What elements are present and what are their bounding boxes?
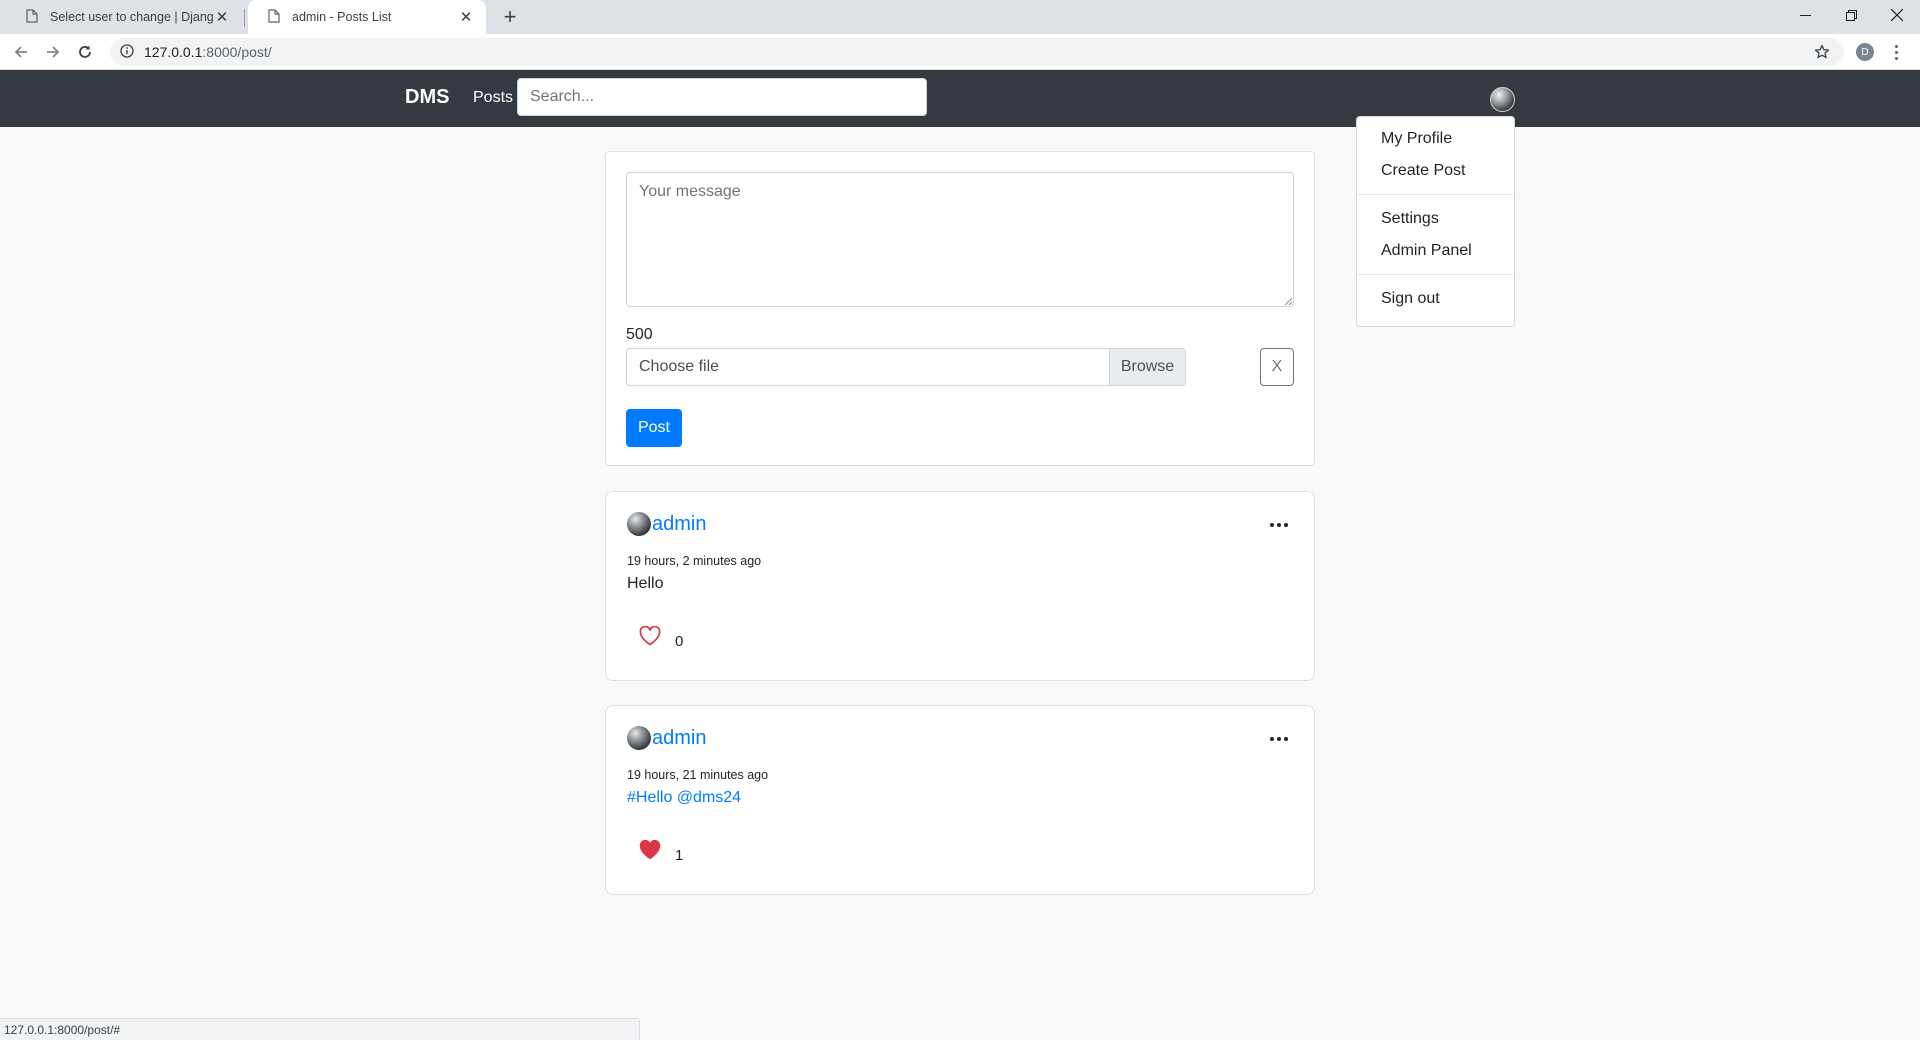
browser-status-bar: 127.0.0.1:8000/post/# bbox=[0, 1018, 640, 1040]
close-tab-icon[interactable]: ✕ bbox=[458, 8, 474, 26]
browser-tabstrip: Select user to change | Django s ✕ admin… bbox=[0, 0, 1920, 34]
post-content: #Hello @dms24 bbox=[627, 789, 741, 807]
post-card: admin 19 hours, 2 minutes ago Hello 0 bbox=[605, 491, 1315, 681]
app-navbar: DMS Posts bbox=[0, 70, 1920, 127]
post-timestamp: 19 hours, 21 minutes ago bbox=[627, 768, 769, 782]
url-host: 127.0.0.1 bbox=[144, 44, 203, 60]
search-input[interactable] bbox=[517, 78, 927, 116]
forward-arrow-icon[interactable] bbox=[40, 39, 66, 65]
message-textarea[interactable] bbox=[626, 172, 1294, 307]
user-dropdown-menu: My Profile Create Post Settings Admin Pa… bbox=[1356, 116, 1515, 327]
post-header: admin bbox=[627, 512, 706, 536]
menu-item-my-profile[interactable]: My Profile bbox=[1357, 123, 1514, 155]
menu-item-settings[interactable]: Settings bbox=[1357, 203, 1514, 235]
like-count: 1 bbox=[675, 847, 684, 864]
menu-item-sign-out[interactable]: Sign out bbox=[1357, 283, 1514, 315]
hashtag-link[interactable]: #Hello bbox=[627, 789, 672, 806]
page-icon bbox=[268, 9, 282, 25]
author-avatar[interactable] bbox=[627, 726, 651, 750]
user-avatar[interactable] bbox=[1490, 87, 1515, 112]
tab-title: Select user to change | Django s bbox=[50, 10, 214, 24]
like-count: 0 bbox=[675, 633, 684, 650]
author-avatar[interactable] bbox=[627, 512, 651, 536]
post-header: admin bbox=[627, 726, 706, 750]
browser-tab-users[interactable]: Select user to change | Django s ✕ bbox=[6, 0, 242, 34]
clear-file-button[interactable]: X bbox=[1260, 348, 1294, 386]
restore-icon[interactable] bbox=[1828, 0, 1874, 30]
heart-filled-icon[interactable] bbox=[639, 840, 661, 860]
menu-divider bbox=[1357, 194, 1514, 195]
more-options-icon[interactable] bbox=[1270, 522, 1288, 528]
menu-divider bbox=[1357, 274, 1514, 275]
browser-tab-posts[interactable]: admin - Posts List ✕ bbox=[248, 0, 486, 34]
character-counter: 500 bbox=[626, 326, 653, 343]
close-window-icon[interactable] bbox=[1874, 0, 1920, 30]
post-submit-button[interactable]: Post bbox=[626, 409, 682, 447]
url-path: :8000/post/ bbox=[202, 44, 272, 60]
kebab-menu-icon[interactable] bbox=[1888, 41, 1904, 63]
profile-avatar[interactable]: D bbox=[1856, 43, 1874, 61]
tab-title: admin - Posts List bbox=[292, 10, 392, 24]
close-tab-icon[interactable]: ✕ bbox=[214, 8, 230, 26]
author-link[interactable]: admin bbox=[652, 513, 706, 536]
mention-link[interactable]: @dms24 bbox=[677, 789, 741, 806]
browser-toolbar: 127.0.0.1:8000/post/ D bbox=[0, 34, 1920, 70]
file-input[interactable]: Choose file Browse bbox=[626, 348, 1186, 386]
brand-logo[interactable]: DMS bbox=[405, 86, 449, 109]
menu-item-create-post[interactable]: Create Post bbox=[1357, 155, 1514, 187]
post-card: admin 19 hours, 21 minutes ago #Hello @d… bbox=[605, 705, 1315, 895]
address-bar[interactable]: 127.0.0.1:8000/post/ bbox=[110, 38, 1844, 66]
info-icon[interactable] bbox=[120, 44, 136, 60]
file-input-label: Choose file bbox=[639, 358, 720, 375]
browse-button[interactable]: Browse bbox=[1109, 349, 1185, 385]
reload-icon[interactable] bbox=[72, 39, 98, 65]
post-composer-card: 500 Choose file Browse X Post bbox=[605, 151, 1315, 466]
nav-link-posts[interactable]: Posts bbox=[473, 89, 513, 107]
menu-item-admin-panel[interactable]: Admin Panel bbox=[1357, 235, 1514, 267]
tab-divider bbox=[244, 9, 245, 27]
author-link[interactable]: admin bbox=[652, 727, 706, 750]
post-content: Hello bbox=[627, 575, 664, 592]
resize-grip-icon[interactable] bbox=[1284, 297, 1292, 305]
more-options-icon[interactable] bbox=[1270, 736, 1288, 742]
plus-icon[interactable]: + bbox=[496, 3, 524, 31]
star-icon[interactable] bbox=[1814, 44, 1830, 60]
post-timestamp: 19 hours, 2 minutes ago bbox=[627, 554, 762, 568]
heart-outline-icon[interactable] bbox=[639, 626, 661, 646]
page-icon bbox=[26, 9, 40, 25]
minimize-icon[interactable] bbox=[1782, 0, 1828, 30]
back-arrow-icon[interactable] bbox=[8, 39, 34, 65]
